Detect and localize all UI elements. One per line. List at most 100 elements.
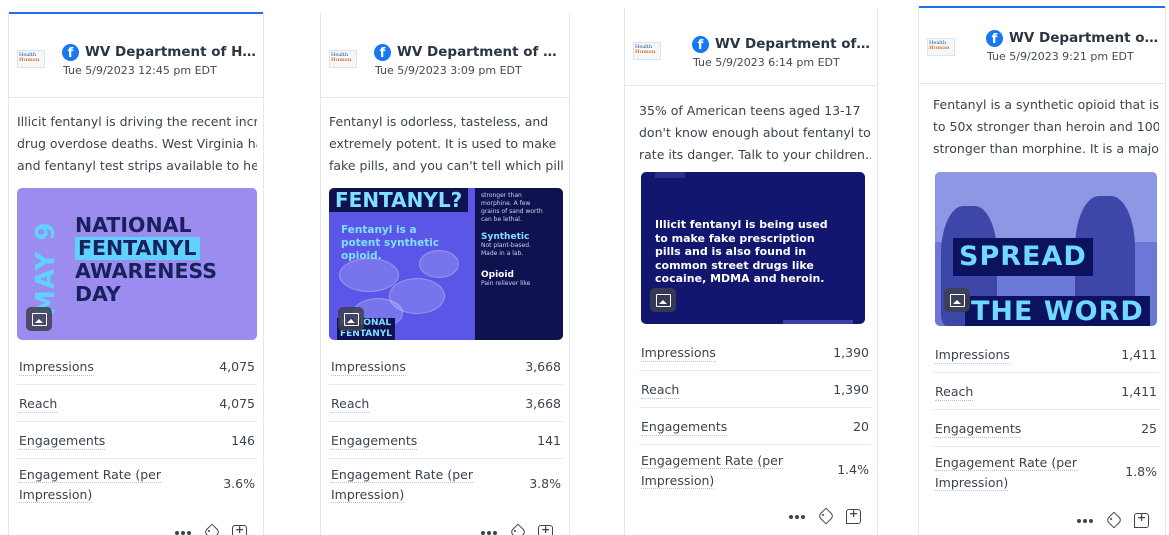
metrics-list: Impressions 1,390 Reach 1,390 Engagement… <box>639 334 871 495</box>
metric-label[interactable]: Impressions <box>641 344 716 362</box>
post-date: Tue 5/9/2023 9:21 pm EDT <box>987 50 1134 63</box>
metric-label[interactable]: Reach <box>19 395 58 413</box>
add-note-icon[interactable] <box>229 522 249 535</box>
post-actions <box>781 506 871 528</box>
more-icon[interactable] <box>1075 510 1095 530</box>
more-icon[interactable] <box>479 522 499 535</box>
post-text: 35% of American teens aged 13-17 don't k… <box>639 103 871 162</box>
post-text: Fentanyl is odorless, tasteless, and ext… <box>329 114 563 173</box>
pill-shape <box>339 258 399 292</box>
post-date: Tue 5/9/2023 3:09 pm EDT <box>375 64 522 77</box>
post-actions <box>167 522 257 535</box>
metric-label[interactable]: Engagements <box>331 432 418 450</box>
post-card[interactable]: HealthHuman f WV Department of Heal... T… <box>8 12 264 535</box>
image-title: SPREAD <box>953 238 1093 276</box>
post-image[interactable]: Illicit fentanyl is being used to make f… <box>641 172 865 324</box>
metric-label[interactable]: Engagement Rate (per Impression) <box>935 453 1085 493</box>
image-icon <box>944 288 970 312</box>
post-card[interactable]: HealthHuman f WV Department of Heal... T… <box>918 6 1166 535</box>
metric-impressions: Impressions 3,668 <box>329 348 563 385</box>
metric-label[interactable]: Engagements <box>641 418 728 436</box>
image-subtext: Fentanyl is a potent synthetic opioid. <box>341 224 440 262</box>
metrics-list: Impressions 1,411 Reach 1,411 Engagement… <box>933 336 1159 497</box>
add-note-icon[interactable] <box>535 522 555 535</box>
metric-label[interactable]: Engagement Rate (per Impression) <box>641 451 791 491</box>
tag-icon[interactable] <box>815 506 835 526</box>
metric-value: 4,075 <box>219 359 255 374</box>
metric-label[interactable]: Reach <box>331 395 370 413</box>
metric-value: 3,668 <box>525 396 561 411</box>
metric-value: 1.8% <box>1125 464 1157 479</box>
metric-value: 1,390 <box>833 382 869 397</box>
page-name[interactable]: WV Department of Heal... <box>397 44 563 62</box>
metric-label[interactable]: Impressions <box>331 358 406 376</box>
add-note-icon[interactable] <box>1131 510 1151 530</box>
image-title: NATIONAL FENTANYL AWARENESS DAY <box>75 213 218 306</box>
metrics-list: Impressions 3,668 Reach 3,668 Engagement… <box>329 348 563 509</box>
facebook-icon: f <box>62 44 79 61</box>
profile-logo[interactable]: Health Human <box>633 42 661 60</box>
post-image[interactable]: MAY 9 NATIONAL FENTANYL AWARENESS DAY <box>17 188 257 340</box>
image-sidebar: stronger than morphine. A few grains of … <box>475 188 563 340</box>
facebook-icon: f <box>986 30 1003 47</box>
metric-value: 146 <box>231 433 255 448</box>
post-card[interactable]: HealthHuman f WV Department of Heal... T… <box>320 12 570 535</box>
profile-logo[interactable]: Health Human <box>17 50 45 68</box>
metric-engagement-rate: Engagement Rate (per Impression) 3.8% <box>329 459 563 509</box>
image-decoration <box>655 172 685 178</box>
add-note-icon[interactable] <box>843 506 863 526</box>
metric-engagement-rate: Engagement Rate (per Impression) 3.6% <box>17 459 257 509</box>
metric-impressions: Impressions 1,411 <box>933 336 1159 373</box>
post-text: Illicit fentanyl is driving the recent i… <box>17 114 257 173</box>
profile-logo[interactable]: Health Human <box>927 38 955 56</box>
post-text: Fentanyl is a synthetic opioid that is u… <box>933 97 1159 156</box>
metric-value: 3.6% <box>223 476 255 491</box>
post-header: HealthHuman f WV Department of Heal... T… <box>919 8 1165 84</box>
metric-label[interactable]: Engagements <box>19 432 106 450</box>
metric-engagements: Engagements 20 <box>639 408 871 445</box>
image-heading: FENTANYL? <box>329 188 469 212</box>
metric-value: 20 <box>853 419 869 434</box>
post-header: HealthHuman f WV Department of Heal... T… <box>9 14 263 98</box>
image-decoration <box>783 320 853 324</box>
metric-impressions: Impressions 1,390 <box>639 334 871 371</box>
metric-label[interactable]: Engagements <box>935 420 1022 438</box>
metric-engagement-rate: Engagement Rate (per Impression) 1.4% <box>639 445 871 495</box>
post-date: Tue 5/9/2023 6:14 pm EDT <box>693 56 840 69</box>
more-icon[interactable] <box>173 522 193 535</box>
profile-logo[interactable]: Health Human <box>329 50 357 68</box>
post-card[interactable]: HealthHuman f WV Department of Heal... T… <box>624 8 878 535</box>
post-header: HealthHuman f WV Department of Heal... T… <box>625 10 877 86</box>
metric-value: 141 <box>537 433 561 448</box>
metrics-list: Impressions 4,075 Reach 4,075 Engagement… <box>17 348 257 509</box>
page-name[interactable]: WV Department of Heal... <box>1009 30 1159 48</box>
metric-label[interactable]: Engagement Rate (per Impression) <box>331 465 481 505</box>
metric-engagements: Engagements 146 <box>17 422 257 459</box>
metric-reach: Reach 1,390 <box>639 371 871 408</box>
page-name[interactable]: WV Department of Heal... <box>85 44 257 62</box>
metric-label[interactable]: Impressions <box>935 346 1010 364</box>
tag-icon[interactable] <box>201 522 221 535</box>
page-name[interactable]: WV Department of Heal... <box>715 36 871 54</box>
post-image[interactable]: SPREAD THE WORD <box>935 172 1157 326</box>
image-icon <box>26 307 52 331</box>
metric-value: 3.8% <box>529 476 561 491</box>
more-icon[interactable] <box>787 506 807 526</box>
post-date: Tue 5/9/2023 12:45 pm EDT <box>63 64 217 77</box>
metric-label[interactable]: Engagement Rate (per Impression) <box>19 465 169 505</box>
tag-icon[interactable] <box>507 522 527 535</box>
metric-label[interactable]: Reach <box>641 381 680 399</box>
metric-value: 3,668 <box>525 359 561 374</box>
metric-engagement-rate: Engagement Rate (per Impression) 1.8% <box>933 447 1159 497</box>
metric-reach: Reach 1,411 <box>933 373 1159 410</box>
metric-engagements: Engagements 141 <box>329 422 563 459</box>
tag-icon[interactable] <box>1103 510 1123 530</box>
metric-reach: Reach 3,668 <box>329 385 563 422</box>
metric-value: 1,411 <box>1121 347 1157 362</box>
image-icon <box>650 288 676 312</box>
post-image[interactable]: FENTANYL? Fentanyl is a potent synthetic… <box>329 188 563 340</box>
image-date-text: MAY 9 <box>31 221 61 316</box>
metric-label[interactable]: Impressions <box>19 358 94 376</box>
metric-label[interactable]: Reach <box>935 383 974 401</box>
facebook-icon: f <box>374 44 391 61</box>
